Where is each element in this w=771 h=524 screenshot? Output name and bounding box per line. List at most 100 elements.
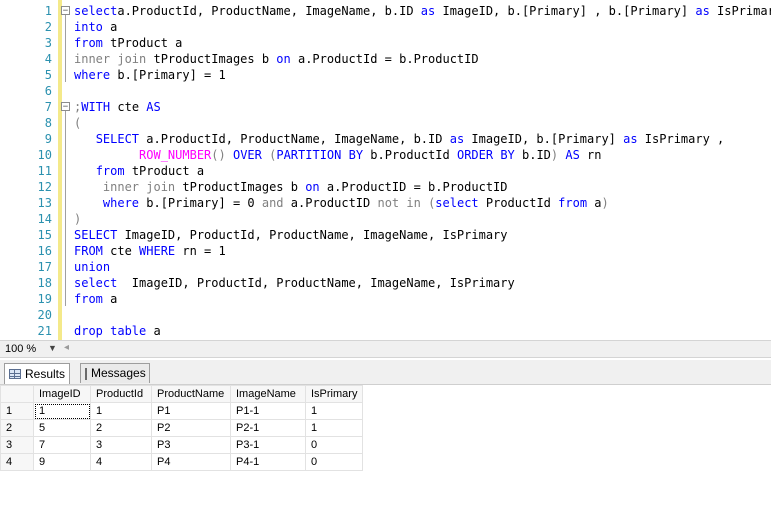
grid-cell[interactable]: 0 — [304, 453, 364, 471]
grid-cell[interactable]: P3 — [151, 436, 231, 454]
code-token: ImageID, b.[Primary] — [464, 132, 624, 146]
row-number[interactable]: 1 — [0, 402, 34, 420]
row-number[interactable]: 4 — [0, 453, 34, 471]
column-header[interactable]: ImageName — [230, 385, 306, 403]
line-number: 21 — [37, 324, 52, 338]
code-line[interactable]: 5 where b.[Primary] = 1 — [0, 67, 771, 83]
grid-cell[interactable]: P1-1 — [230, 402, 306, 420]
grid-body: 1 1 1 P1 P1-1 1 2 5 2 P2 P2-1 1 3 7 3 P3 P3-1 0 4 9 4 P4 P4-1 0 — [0, 402, 364, 471]
grid-cell[interactable]: 0 — [304, 436, 364, 454]
code-token: a.ProductID — [283, 196, 378, 210]
code-line[interactable]: 3 from tProduct a — [0, 35, 771, 51]
code-line[interactable]: 12 inner join tProductImages b on a.Prod… — [0, 179, 771, 195]
grid-cell[interactable]: 7 — [33, 436, 91, 454]
code-token: cte — [110, 100, 147, 114]
code-token: tProductImages b — [146, 52, 277, 66]
table-row[interactable]: 2 5 2 P2 P2-1 1 — [0, 419, 364, 437]
code-token: IsPrimary — [717, 4, 771, 18]
code-token: rn — [579, 148, 602, 162]
grid-cell[interactable]: 1 — [33, 402, 91, 420]
collapse-icon[interactable]: − — [61, 6, 70, 16]
code-line[interactable]: 14) — [0, 211, 771, 227]
row-number[interactable]: 3 — [0, 436, 34, 454]
grid-cell[interactable]: 4 — [90, 453, 152, 471]
grid-cell[interactable]: 5 — [33, 419, 91, 437]
code-token: a.ProductId, ProductName, ImageName, b.I… — [117, 4, 421, 18]
code-token: cte — [102, 244, 140, 258]
code-text: union — [74, 259, 110, 275]
code-line[interactable]: 15 SELECT ImageID, ProductId, ProductName… — [0, 227, 771, 243]
grid-cell[interactable]: P4 — [151, 453, 231, 471]
table-row[interactable]: 3 7 3 P3 P3-1 0 — [0, 436, 364, 454]
grid-cell[interactable]: 2 — [90, 419, 152, 437]
results-grid-pane[interactable]: ImageID ProductId ProductName ImageName IsPr… — [0, 385, 771, 524]
code-token: rn = 1 — [175, 244, 226, 258]
code-token: ProductId — [478, 196, 559, 210]
line-number: 5 — [44, 68, 52, 82]
collapse-icon[interactable]: − — [61, 102, 70, 112]
code-text: from a — [74, 291, 117, 307]
code-line[interactable]: 11 from tProduct a — [0, 163, 771, 179]
line-number: 6 — [44, 84, 52, 98]
scroll-left-icon[interactable]: ◂ — [64, 342, 69, 353]
tab-messages[interactable]: Messages — [80, 363, 150, 383]
code-token: () — [211, 148, 226, 162]
code-token: b.ProductId — [363, 148, 457, 162]
code-line[interactable]: 2 into a — [0, 19, 771, 35]
code-text: SELECT ImageID, ProductId, ProductName, … — [74, 227, 508, 243]
code-token: a.ProductId = b.ProductID — [290, 52, 479, 66]
code-line[interactable]: 19 from a — [0, 291, 771, 307]
code-token: ORDER BY — [456, 148, 515, 162]
column-header[interactable]: IsPrimary — [304, 385, 364, 403]
code-line[interactable]: 20 — [0, 307, 771, 323]
code-text: inner join tProductImages b on a.Product… — [74, 51, 479, 67]
code-line[interactable]: 8( — [0, 115, 771, 131]
table-row[interactable]: 1 1 1 P1 P1-1 1 — [0, 402, 364, 420]
grid-cell[interactable]: P2-1 — [230, 419, 306, 437]
column-header[interactable]: ImageID — [33, 385, 91, 403]
line-number: 11 — [37, 164, 52, 178]
code-line[interactable]: 17 union — [0, 259, 771, 275]
code-line[interactable]: 7− ;WITH cte AS — [0, 99, 771, 115]
code-line[interactable]: 10 ROW_NUMBER() OVER (PARTITION BY b.Pro… — [0, 147, 771, 163]
query-editor[interactable]: 1− selecta.ProductId, ProductName, ImageN… — [0, 0, 771, 340]
code-token: from — [95, 164, 125, 178]
grid-cell[interactable]: 9 — [33, 453, 91, 471]
results-grid[interactable]: ImageID ProductId ProductName ImageName IsPr… — [0, 385, 364, 471]
chevron-down-icon[interactable]: ▼ — [48, 343, 57, 353]
code-token: ) — [601, 196, 609, 210]
line-number: 13 — [37, 196, 52, 210]
grid-cell[interactable]: P3-1 — [230, 436, 306, 454]
code-line[interactable]: 21 drop table a — [0, 323, 771, 339]
grid-cell[interactable]: P1 — [151, 402, 231, 420]
grid-cell[interactable]: 1 — [304, 402, 364, 420]
code-line[interactable]: 4 inner join tProductImages b on a.Produc… — [0, 51, 771, 67]
code-line[interactable]: 13 where b.[Primary] = 0 and a.ProductID… — [0, 195, 771, 211]
grid-cell[interactable]: P2 — [151, 419, 231, 437]
grid-cell[interactable]: P4-1 — [230, 453, 306, 471]
code-token: select — [74, 276, 118, 290]
code-token: ImageID, b.[Primary] , b.[Primary] — [435, 4, 696, 18]
grid-cell[interactable]: 1 — [90, 402, 152, 420]
grid-cell[interactable]: 3 — [90, 436, 152, 454]
code-line[interactable]: 9 SELECT a.ProductId, ProductName, Image… — [0, 131, 771, 147]
tab-results[interactable]: Results — [4, 363, 70, 384]
table-row[interactable]: 4 9 4 P4 P4-1 0 — [0, 453, 364, 471]
row-number[interactable]: 2 — [0, 419, 34, 437]
grid-corner[interactable] — [0, 385, 34, 403]
column-header[interactable]: ProductId — [90, 385, 152, 403]
grid-cell[interactable]: 1 — [304, 419, 364, 437]
code-text: from tProduct a — [74, 163, 204, 179]
zoom-level[interactable]: 100 % — [1, 342, 40, 356]
code-token: ) — [74, 212, 82, 226]
code-line[interactable]: 16 FROM cte WHERE rn = 1 — [0, 243, 771, 259]
code-line[interactable]: 18 select ImageID, ProductId, ProductName… — [0, 275, 771, 291]
code-token: as — [449, 132, 465, 146]
code-line[interactable]: 6 — [0, 83, 771, 99]
code-line[interactable]: 1− selecta.ProductId, ProductName, ImageN… — [0, 3, 771, 19]
column-header[interactable]: ProductName — [151, 385, 231, 403]
code-text: where b.[Primary] = 1 — [74, 67, 226, 83]
